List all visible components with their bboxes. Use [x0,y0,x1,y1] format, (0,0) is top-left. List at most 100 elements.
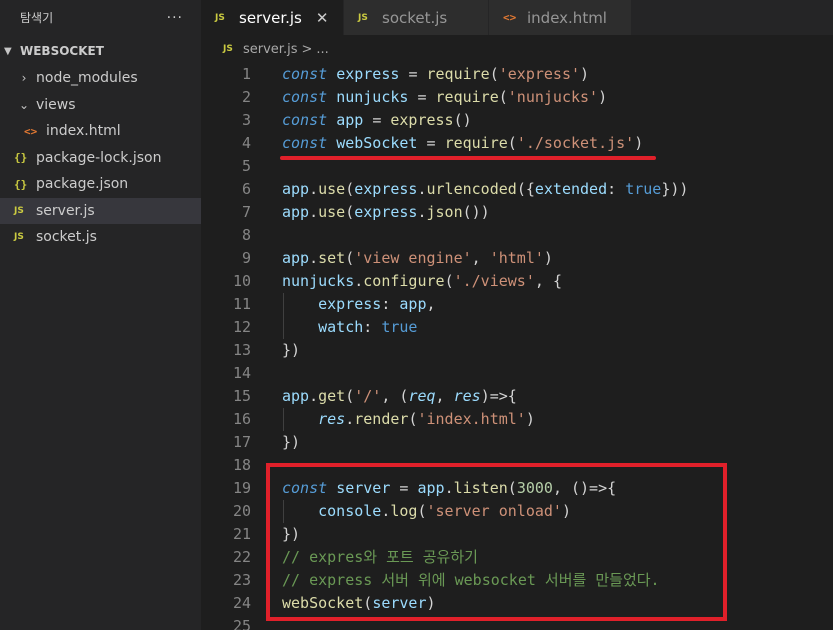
tree-item-label: socket.js [36,229,97,246]
line-number: 24 [232,594,251,612]
line-number: 22 [232,548,251,566]
tree-item-server-js[interactable]: JS server.js [0,197,201,224]
tree-item-label: index.html [46,123,121,140]
html-file-icon: <> [24,124,38,138]
chevron-down-icon: ▼ [4,45,12,57]
explorer-sidebar: 탐색기 ··· ▼ WEBSOCKET › node_modules ⌄ vie… [0,0,201,630]
code-line: 15 app.get('/', (req, res)=>{ [201,385,833,408]
breadcrumb: JS server.js > ... [201,35,833,63]
js-file-icon: JS [14,205,24,216]
code-line: 14 [201,362,833,385]
folder-websocket[interactable]: ▼ WEBSOCKET [0,37,201,65]
code-text: watch: true [318,318,418,336]
code-line: 17}) [201,431,833,454]
js-file-icon: JS [358,12,368,23]
line-number: 25 [232,617,251,630]
tab-label: server.js [239,8,302,27]
red-underline-annotation [280,156,656,160]
js-file-icon: JS [215,12,225,23]
line-number: 14 [232,364,251,382]
line-number: 21 [232,525,251,543]
code-line: 7 app.use(express.json()) [201,201,833,224]
tree-item-label: node_modules [36,70,138,87]
code-text: app.get('/', (req, res)=>{ [282,387,517,405]
tree-item-label: package.json [36,176,129,193]
js-file-icon: JS [14,232,24,243]
tree-item-views[interactable]: ⌄ views [0,92,201,119]
line-number: 12 [232,318,251,336]
code-line: 16 res.render('index.html') [201,408,833,431]
tree-item-index-html[interactable]: <> index.html [0,118,201,145]
tree-item-label: server.js [36,202,95,219]
tree-item-package-lock-json[interactable]: {} package-lock.json [0,145,201,172]
chevron-right-icon: › [21,71,27,86]
code-text: const webSocket = require('./socket.js') [282,134,644,152]
line-number: 19 [232,479,251,497]
code-text: }) [282,341,301,359]
red-box-annotation [266,463,727,621]
explorer-title: 탐색기 [20,11,54,25]
code-line: 6 app.use(express.urlencoded({extended: t… [201,178,833,201]
tab-label: index.html [527,8,607,27]
json-file-icon: {} [14,151,28,165]
line-number: 23 [232,571,251,589]
tab-socket-js[interactable]: JS socket.js [344,0,489,35]
breadcrumb-file[interactable]: server.js [243,42,297,57]
line-number: 15 [232,387,251,405]
html-file-icon: <> [503,11,517,24]
chevron-right-icon: > [301,41,313,57]
more-actions-icon[interactable]: ··· [167,10,183,26]
tree-item-node-modules[interactable]: › node_modules [0,65,201,92]
code-text: res.render('index.html') [318,410,535,428]
code-text: express: app, [318,295,436,313]
close-icon[interactable]: ✕ [316,9,329,27]
line-number: 9 [241,249,251,267]
code-line: 13}) [201,339,833,362]
line-number: 20 [232,502,251,520]
line-number: 13 [232,341,251,359]
chevron-down-icon: ⌄ [18,97,30,112]
code-text: const nunjucks = require('nunjucks') [282,88,608,106]
line-number: 18 [232,456,251,474]
tree-item-label: package-lock.json [36,149,162,166]
tab-server-js[interactable]: JS server.js ✕ [201,0,344,35]
code-text: nunjucks.configure('./views', { [282,272,562,290]
tree-item-package-json[interactable]: {} package.json [0,171,201,198]
editor-tabs: JS server.js ✕ JS socket.js <> index.htm… [201,0,833,35]
breadcrumb-rest[interactable]: ... [316,42,328,57]
line-number: 3 [241,111,251,129]
line-number: 2 [241,88,251,106]
line-number: 8 [241,226,251,244]
line-number: 17 [232,433,251,451]
code-line: 12 watch: true [201,316,833,339]
tree-item-label: views [36,96,76,113]
line-number: 16 [232,410,251,428]
line-number: 5 [241,157,251,175]
code-line: 11 express: app, [201,293,833,316]
tab-label: socket.js [382,8,448,27]
code-line: 1 const express = require('express') [201,63,833,86]
line-number: 6 [241,180,251,198]
json-file-icon: {} [14,177,28,191]
line-number: 1 [241,65,251,83]
code-text: const express = require('express') [282,65,590,83]
code-text: app.use(express.urlencoded({extended: tr… [282,180,689,198]
line-number: 7 [241,203,251,221]
code-line: 2 const nunjucks = require('nunjucks') [201,86,833,109]
line-number: 11 [232,295,251,313]
tree-item-socket-js[interactable]: JS socket.js [0,224,201,251]
folder-label: WEBSOCKET [20,44,104,58]
tab-index-html[interactable]: <> index.html [489,0,632,35]
line-number: 10 [232,272,251,290]
code-line: 4 const webSocket = require('./socket.js'… [201,132,833,155]
code-text: }) [282,433,301,451]
code-text: app.use(express.json()) [282,203,490,221]
line-number: 4 [241,134,251,152]
explorer-header: 탐색기 ··· [0,0,201,35]
code-line: 10 nunjucks.configure('./views', { [201,270,833,293]
code-line: 9 app.set('view engine', 'html') [201,247,833,270]
js-file-icon: JS [223,44,233,54]
code-text: app.set('view engine', 'html') [282,249,553,267]
code-line: 8 [201,224,833,247]
code-text: const app = express() [282,111,472,129]
